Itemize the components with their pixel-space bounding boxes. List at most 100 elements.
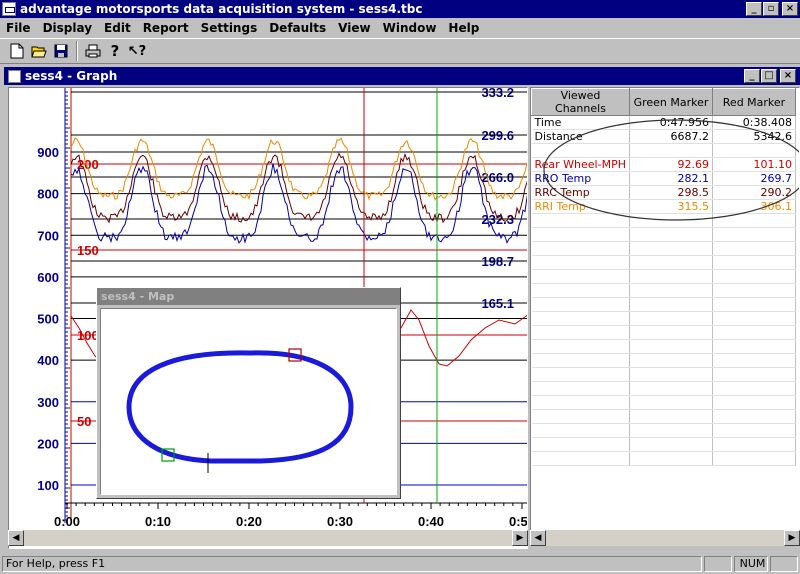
empty-cell	[629, 297, 713, 312]
graph-window-title: sess4 - Graph	[25, 69, 118, 83]
empty-row	[531, 325, 797, 340]
graph-minimize-button[interactable]: _	[744, 69, 760, 83]
print-icon[interactable]	[82, 40, 104, 62]
mph-axis-tick-label: 150	[77, 243, 99, 258]
channel-green-value: 0:47.956	[629, 115, 713, 130]
column-header-channels[interactable]: Viewed Channels	[531, 88, 630, 116]
menu-help[interactable]: Help	[442, 21, 485, 35]
graph-maximize-button[interactable]: □	[761, 69, 777, 83]
channels-scroll-right-icon[interactable]: ▶	[784, 530, 800, 546]
scroll-left-icon[interactable]: ◀	[8, 530, 24, 546]
minimize-button[interactable]: _	[746, 2, 762, 16]
graph-window-icon	[8, 69, 21, 83]
empty-cell	[629, 269, 713, 284]
empty-cell	[531, 423, 630, 438]
channel-red-value: 5342.6	[712, 129, 797, 144]
channel-name: RRO Temp	[531, 171, 630, 186]
empty-cell	[531, 381, 630, 396]
scroll-right-icon[interactable]: ▶	[512, 530, 528, 546]
toolbar-separator	[76, 41, 78, 61]
empty-cell	[712, 269, 797, 284]
mph-axis-tick-label: 50	[77, 414, 91, 429]
channel-red-value: 101.10	[712, 157, 797, 172]
empty-cell	[629, 437, 713, 452]
menu-defaults[interactable]: Defaults	[263, 21, 332, 35]
empty-cell	[712, 395, 797, 410]
status-help-text: For Help, press F1	[2, 556, 702, 572]
menu-settings[interactable]: Settings	[195, 21, 264, 35]
empty-row	[531, 339, 797, 354]
empty-cell	[531, 213, 630, 228]
column-header-green-marker[interactable]: Green Marker	[628, 88, 713, 116]
restore-button[interactable]: ▫	[763, 2, 779, 16]
context-help-icon[interactable]: ↖?	[126, 40, 148, 62]
empty-cell	[712, 255, 797, 270]
empty-cell	[531, 437, 630, 452]
menu-report[interactable]: Report	[137, 21, 195, 35]
channel-red-value: 0:38.408	[712, 115, 797, 130]
graph-horizontal-scrollbar[interactable]: ◀ ▶	[8, 530, 528, 546]
channel-name: Time	[531, 115, 630, 130]
menu-display[interactable]: Display	[37, 21, 98, 35]
left-axis-tick-label: 100	[37, 478, 59, 493]
graph-close-button[interactable]: ×	[780, 69, 796, 83]
empty-cell	[531, 339, 630, 354]
empty-cell	[531, 325, 630, 340]
empty-cell	[531, 269, 630, 284]
empty-cell	[712, 423, 797, 438]
channel-row[interactable]: RRO Temp 282.1 269.7	[531, 171, 797, 186]
column-header-red-marker[interactable]: Red Marker	[711, 88, 797, 116]
status-num: NUM	[734, 556, 768, 572]
x-axis-tick-label: 0:00	[54, 514, 80, 529]
empty-cell	[629, 367, 713, 382]
open-folder-icon[interactable]	[28, 40, 50, 62]
menu-window[interactable]: Window	[377, 21, 443, 35]
empty-row	[531, 409, 797, 424]
empty-cell	[629, 451, 713, 466]
channel-row[interactable]: Time 0:47.956 0:38.408	[531, 115, 797, 130]
empty-cell	[629, 381, 713, 396]
left-axis-tick-label: 200	[37, 436, 59, 451]
channel-row[interactable]: RRI Temp 315.5 306.1	[531, 199, 797, 214]
left-axis-tick-label: 500	[37, 312, 59, 327]
channel-row[interactable]: Distance 6687.2 5342.6	[531, 129, 797, 144]
status-pane-empty	[704, 556, 732, 572]
empty-cell	[712, 283, 797, 298]
close-button[interactable]: ×	[782, 2, 798, 16]
empty-row	[531, 241, 797, 256]
channel-green-value: 282.1	[629, 171, 713, 186]
help-icon[interactable]: ?	[104, 40, 126, 62]
channel-row[interactable]: Rear Wheel-MPH 92.69 101.10	[531, 157, 797, 172]
empty-row	[531, 227, 797, 242]
empty-row	[531, 283, 797, 298]
empty-row	[531, 423, 797, 438]
save-icon[interactable]	[50, 40, 72, 62]
map-window-title[interactable]: sess4 - Map	[97, 288, 400, 305]
channel-green-value: 315.5	[629, 199, 713, 214]
menu-view[interactable]: View	[332, 21, 376, 35]
empty-row	[531, 269, 797, 284]
channel-row[interactable]: RRC Temp 298.5 290.2	[531, 185, 797, 200]
empty-row	[531, 395, 797, 410]
x-axis-tick-label: 0:20	[236, 514, 262, 529]
menu-file[interactable]: File	[0, 21, 37, 35]
empty-cell	[712, 213, 797, 228]
empty-cell	[712, 297, 797, 312]
x-axis-tick-label: 0:10	[145, 514, 171, 529]
x-axis-tick-label: 0:40	[418, 514, 444, 529]
empty-cell	[629, 241, 713, 256]
empty-row	[531, 255, 797, 270]
channels-horizontal-scrollbar[interactable]: ◀ ▶	[530, 530, 800, 546]
track-outline	[126, 350, 354, 464]
channel-row[interactable]	[531, 143, 797, 158]
empty-row	[531, 213, 797, 228]
empty-cell	[531, 395, 630, 410]
empty-cell	[629, 255, 713, 270]
new-file-icon[interactable]	[6, 40, 28, 62]
channel-name: Distance	[531, 129, 630, 144]
empty-cell	[629, 409, 713, 424]
channels-scroll-left-icon[interactable]: ◀	[530, 530, 546, 546]
x-axis-tick-label: 0:50	[509, 514, 528, 529]
map-window[interactable]: sess4 - Map	[96, 287, 401, 499]
menu-edit[interactable]: Edit	[98, 21, 137, 35]
